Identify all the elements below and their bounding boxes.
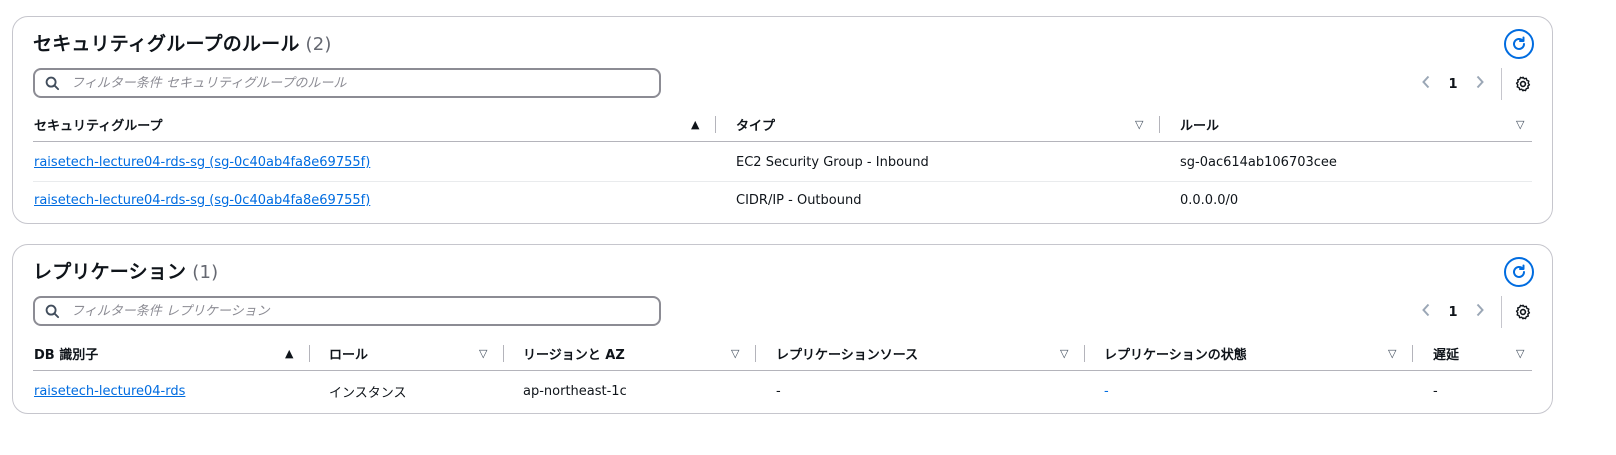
column-header-security-group[interactable]: セキュリティグループ (34, 107, 162, 141)
chevron-right-icon (1476, 303, 1484, 317)
column-header-db-identifier[interactable]: DB 識別子 (34, 336, 98, 370)
search-input[interactable] (69, 74, 633, 92)
column-resizer[interactable] (715, 116, 716, 133)
table-row: raisetech-lecture04-rds-sg (sg-0c40ab4fa… (33, 181, 1532, 219)
sort-ascending-icon[interactable]: ▲ (691, 107, 699, 141)
column-resizer[interactable] (1412, 345, 1413, 362)
next-page-button[interactable] (1467, 303, 1493, 321)
sort-descending-icon[interactable]: ▽ (1388, 336, 1396, 370)
sort-descending-icon[interactable]: ▽ (479, 336, 487, 370)
column-resizer[interactable] (309, 345, 310, 362)
replication-state-cell: - (1104, 383, 1109, 399)
item-count: (1) (192, 262, 219, 283)
column-header-role[interactable]: ロール (329, 336, 368, 370)
table-header: セキュリティグループ ▲ タイプ ▽ ルール ▽ (33, 107, 1532, 142)
item-count: (2) (305, 34, 332, 55)
column-resizer[interactable] (755, 345, 756, 362)
panel-title-text: セキュリティグループのルール (33, 33, 300, 55)
pagination: 1 (1413, 68, 1532, 100)
gear-icon (1515, 304, 1531, 320)
security-group-link[interactable]: raisetech-lecture04-rds-sg (sg-0c40ab4fa… (34, 193, 370, 208)
chevron-left-icon (1422, 303, 1430, 317)
table-header: DB 識別子 ▲ ロール ▽ リージョンと AZ ▽ レプリケーションソース ▽… (33, 336, 1532, 371)
panel-title: レプリケーション (1) (33, 257, 218, 284)
security-group-rules-panel: セキュリティグループのルール(2) 1 セキュリティグループ ▲ タイプ ▽ (12, 16, 1553, 224)
table-row: raisetech-lecture04-rds-sg (sg-0c40ab4fa… (33, 143, 1532, 182)
sort-descending-icon[interactable]: ▽ (1516, 336, 1524, 370)
current-page-number[interactable]: 1 (1439, 305, 1467, 320)
column-header-type[interactable]: タイプ (736, 107, 775, 141)
panel-title: セキュリティグループのルール (2) (33, 29, 332, 56)
current-page-number[interactable]: 1 (1439, 77, 1467, 92)
column-header-rule[interactable]: ルール (1180, 107, 1219, 141)
replication-panel: レプリケーション(1) 1 DB 識別子 ▲ ロール ▽ リージョンと (12, 244, 1553, 414)
type-cell: EC2 Security Group - Inbound (736, 154, 929, 170)
rule-cell: 0.0.0.0/0 (1180, 192, 1239, 208)
chevron-left-icon (1422, 75, 1430, 89)
type-cell: CIDR/IP - Outbound (736, 192, 862, 208)
refresh-icon (1513, 36, 1525, 50)
column-header-region-az[interactable]: リージョンと AZ (523, 336, 625, 370)
column-header-replication-state[interactable]: レプリケーションの状態 (1104, 336, 1247, 370)
column-header-lag[interactable]: 遅延 (1433, 336, 1459, 370)
filter-search-field[interactable] (33, 68, 661, 98)
column-resizer[interactable] (503, 345, 504, 362)
lag-cell: - (1433, 383, 1438, 399)
column-resizer[interactable] (1084, 345, 1085, 362)
region-az-cell: ap-northeast-1c (523, 383, 627, 399)
sort-descending-icon[interactable]: ▽ (1516, 107, 1524, 141)
sort-ascending-icon[interactable]: ▲ (285, 336, 293, 370)
panel-title-text: レプリケーション (33, 261, 187, 283)
pager-divider (1501, 296, 1502, 328)
security-group-link[interactable]: raisetech-lecture04-rds-sg (sg-0c40ab4fa… (34, 155, 370, 170)
previous-page-button[interactable] (1413, 303, 1439, 321)
previous-page-button[interactable] (1413, 75, 1439, 93)
sort-descending-icon[interactable]: ▽ (1060, 336, 1068, 370)
refresh-button[interactable] (1504, 257, 1534, 287)
role-cell: インスタンス (329, 385, 407, 401)
refresh-button[interactable] (1504, 29, 1534, 59)
refresh-icon (1513, 264, 1525, 278)
next-page-button[interactable] (1467, 75, 1493, 93)
search-input[interactable] (69, 302, 633, 320)
column-resizer[interactable] (1159, 116, 1160, 133)
filter-search-field[interactable] (33, 296, 661, 326)
rule-cell: sg-0ac614ab106703cee (1180, 154, 1337, 170)
table-row: raisetech-lecture04-rds インスタンス ap-northe… (33, 372, 1532, 410)
search-icon (45, 303, 61, 319)
gear-icon (1515, 76, 1531, 92)
sort-descending-icon[interactable]: ▽ (731, 336, 739, 370)
db-identifier-link[interactable]: raisetech-lecture04-rds (34, 384, 185, 399)
replication-source-cell: - (776, 383, 781, 399)
preferences-button[interactable] (1514, 303, 1532, 321)
pagination: 1 (1413, 296, 1532, 328)
pager-divider (1501, 68, 1502, 100)
sort-descending-icon[interactable]: ▽ (1135, 107, 1143, 141)
column-header-replication-source[interactable]: レプリケーションソース (776, 336, 918, 370)
search-icon (45, 75, 61, 91)
preferences-button[interactable] (1514, 75, 1532, 93)
chevron-right-icon (1476, 75, 1484, 89)
